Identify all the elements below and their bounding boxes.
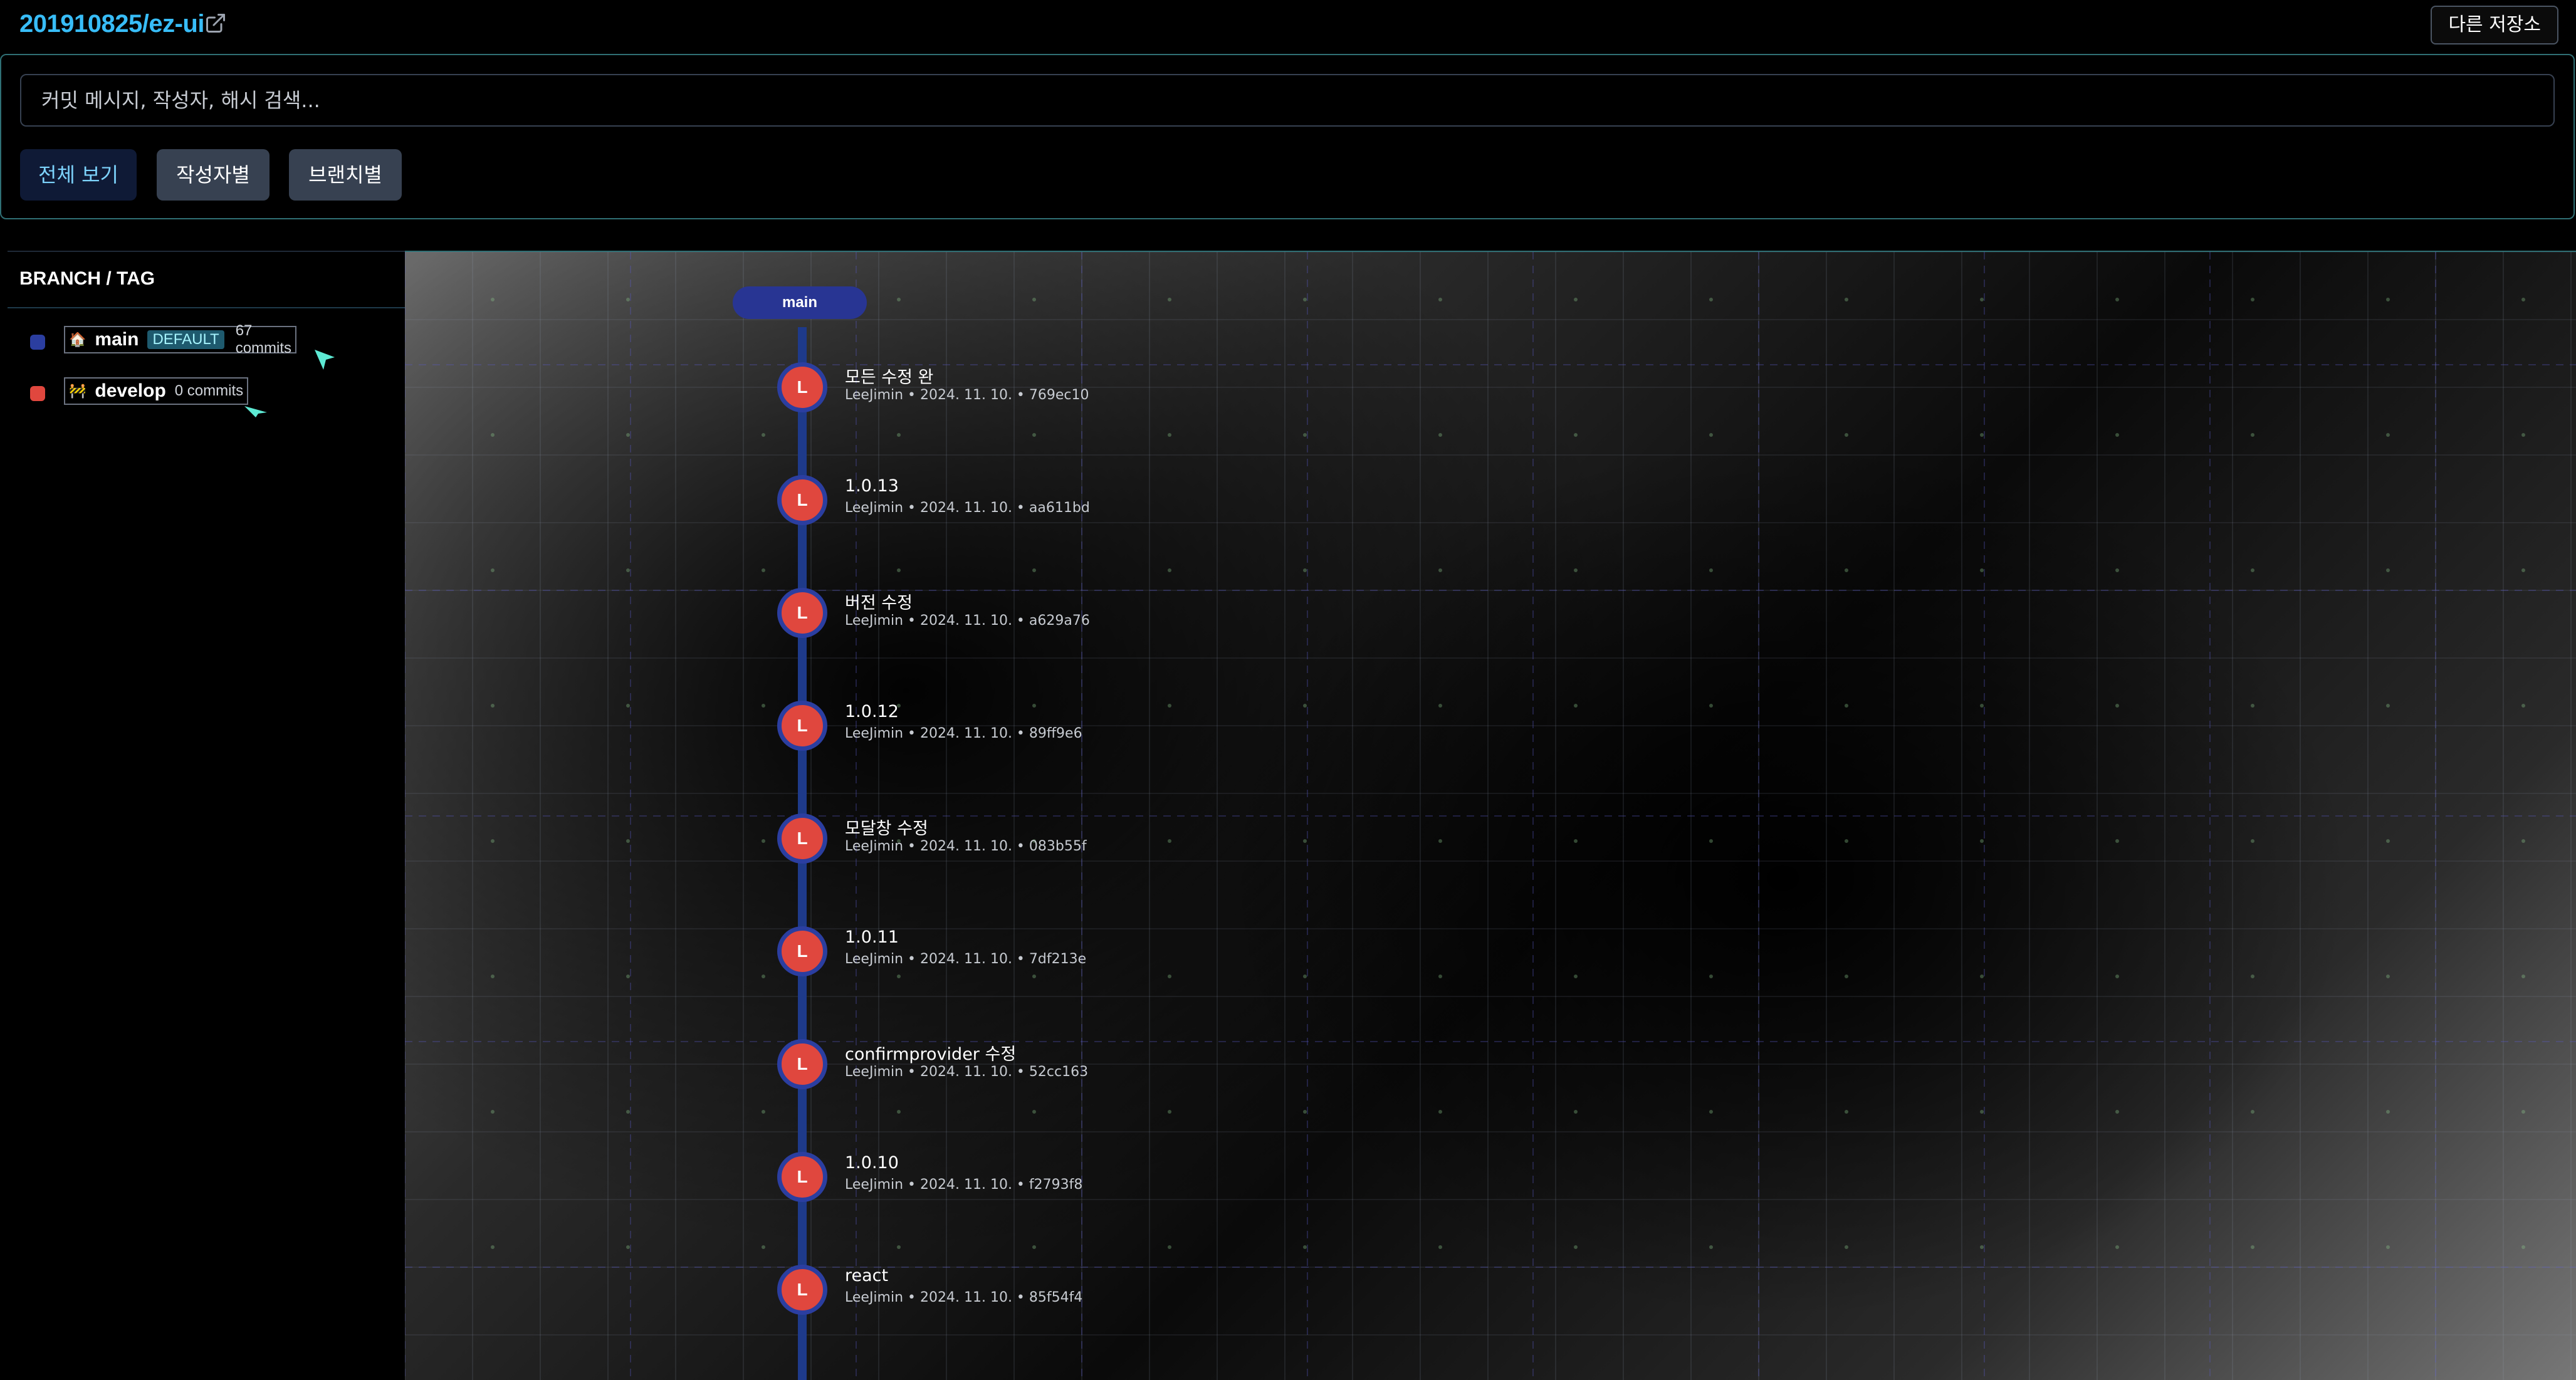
commit-avatar[interactable]: L [777,475,827,525]
commit-avatar[interactable]: L [777,813,827,864]
sidebar-divider [8,307,405,308]
branch-name: main [95,329,139,350]
commit-message: 모달창 수정 [845,819,928,839]
commit-meta: LeeJimin • 2024. 11. 10. • 083b55f [845,839,1087,854]
commit-meta: LeeJimin • 2024. 11. 10. • 7df213e [845,951,1087,967]
commit-message: 모든 수정 완 [845,368,934,387]
branch-sidebar: BRANCH / TAG 🏠 main DEFAULT 67 commits 🚧… [8,251,405,1380]
commit-count: 0 commits [174,382,244,399]
commit-avatar[interactable]: L [777,362,827,412]
commit-meta: LeeJimin • 2024. 11. 10. • 769ec10 [845,387,1089,403]
commit-avatar[interactable]: L [777,588,827,638]
search-panel: 전체 보기 작성자별 브랜치별 [0,54,2575,219]
commit-meta: LeeJimin • 2024. 11. 10. • f2793f8 [845,1177,1083,1193]
header-bar: 201910825/ez-ui 다른 저장소 [0,0,2576,54]
commit-avatar[interactable]: L [777,926,827,976]
commit-search-input[interactable] [20,74,2555,127]
commit-message: 1.0.12 [845,702,899,721]
branch-color-dot [30,335,45,350]
commit-avatar[interactable]: L [777,1152,827,1202]
repo-title-link[interactable]: 201910825/ez-ui [19,10,204,38]
cursor-arrow-icon [315,350,335,370]
external-link-icon[interactable] [204,12,227,34]
commit-graph-area[interactable]: main L 모든 수정 완 LeeJimin • 2024. 11. 10. • … [405,251,2576,1380]
commit-meta: LeeJimin • 2024. 11. 10. • a629a76 [845,613,1090,629]
default-badge: DEFAULT [147,330,224,349]
commit-meta: LeeJimin • 2024. 11. 10. • 52cc163 [845,1064,1089,1080]
branch-color-dot [30,386,45,401]
commit-row[interactable]: L 1.0.10 LeeJimin • 2024. 11. 10. • f2793f… [405,1152,1658,1208]
filter-by-branch-button[interactable]: 브랜치별 [289,149,402,201]
commit-meta: LeeJimin • 2024. 11. 10. • 85f54f4 [845,1290,1083,1305]
branch-item-box[interactable]: 🚧 develop 0 commits [64,377,249,405]
house-icon: 🏠 [69,332,86,347]
branch-label-pill[interactable]: main [733,286,867,319]
commit-row[interactable]: L 모든 수정 완 LeeJimin • 2024. 11. 10. • 769ec… [405,362,1658,419]
filter-by-author-button[interactable]: 작성자별 [157,149,270,201]
commit-avatar[interactable]: L [777,1265,827,1315]
branch-name: develop [95,380,166,401]
filter-all-button[interactable]: 전체 보기 [20,149,137,201]
commit-avatar[interactable]: L [777,1039,827,1089]
switch-repo-button[interactable]: 다른 저장소 [2431,6,2558,44]
commit-meta: LeeJimin • 2024. 11. 10. • aa611bd [845,500,1090,516]
commit-message: confirmprovider 수정 [845,1045,1017,1064]
cursor-arrow-icon [244,406,267,417]
commit-row[interactable]: Lconfirmprovider 수정 LeeJimin • 2024. 11. … [405,1039,1658,1095]
commit-message: 1.0.13 [845,476,899,496]
commit-row[interactable]: L 1.0.13 LeeJimin • 2024. 11. 10. • aa611b… [405,475,1658,531]
commit-message: 1.0.10 [845,1153,899,1173]
commit-row[interactable]: L 모달창 수정 LeeJimin • 2024. 11. 10. • 083b55… [405,813,1658,870]
construction-icon: 🚧 [69,383,86,399]
commit-message: 버전 수정 [845,593,913,613]
commit-row[interactable]: L 1.0.11 LeeJimin • 2024. 11. 10. • 7df213… [405,926,1658,983]
commit-count: 67 commits [235,322,292,357]
commit-row[interactable]: L 1.0.12 LeeJimin • 2024. 11. 10. • 89ff9e… [405,701,1658,757]
branch-item-main[interactable]: 🏠 main DEFAULT 67 commits [8,322,335,370]
commit-avatar[interactable]: L [777,701,827,751]
branch-item-develop[interactable]: 🚧 develop 0 commits [8,377,296,417]
commit-message: 1.0.11 [845,928,899,947]
commit-row[interactable]: Lreact LeeJimin • 2024. 11. 10. • 85f54f4 [405,1265,1658,1321]
commit-row[interactable]: L 버전 수정 LeeJimin • 2024. 11. 10. • a629a76 [405,588,1658,644]
commit-meta: LeeJimin • 2024. 11. 10. • 89ff9e6 [845,726,1082,741]
sidebar-title: BRANCH / TAG [19,268,155,289]
commit-message: react [845,1266,889,1285]
branch-item-box[interactable]: 🏠 main DEFAULT 67 commits [64,322,297,357]
